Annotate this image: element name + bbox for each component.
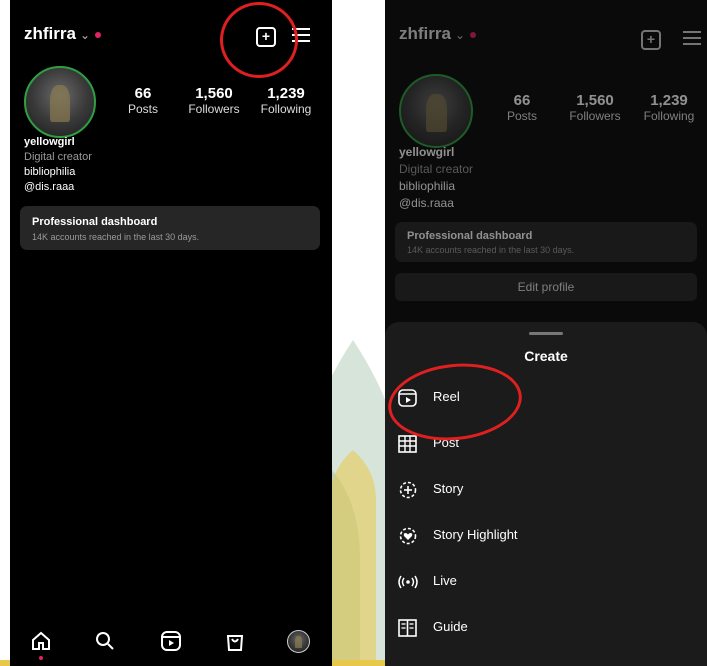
stat-followers[interactable]: 1,560 Followers [565, 92, 625, 123]
activity-dot [39, 656, 43, 660]
bio-name: yellowgirl [399, 145, 455, 159]
item-label: Guide [433, 619, 468, 634]
chevron-down-icon[interactable]: ⌄ [455, 28, 465, 42]
create-plus-icon[interactable]: + [641, 30, 661, 50]
bio-name: yellowgirl [24, 136, 75, 148]
item-label: Story Highlight [433, 527, 518, 542]
stat-followers[interactable]: 1,560 Followers [184, 85, 244, 116]
bio-line: bibliophilia [24, 166, 76, 178]
shop-icon[interactable] [224, 630, 246, 652]
stat-following[interactable]: 1,239 Following [256, 85, 316, 116]
sheet-title: Create [524, 348, 568, 364]
edit-profile-button[interactable]: Edit profile [395, 273, 697, 301]
right-phone-screen: zhfirra ⌄ + 66 Posts 1,560 Followers 1,23… [385, 0, 707, 666]
item-label: Story [433, 481, 464, 496]
dashboard-subtitle: 14K accounts reached in the last 30 days… [32, 232, 200, 242]
bio-handle-link[interactable]: @dis.raaa [399, 195, 473, 212]
stat-label: Followers [188, 102, 240, 116]
annotation-circle-plus [220, 2, 298, 78]
stat-value: 1,560 [195, 85, 233, 102]
create-item-live[interactable]: Live [397, 570, 457, 592]
avatar[interactable] [399, 74, 473, 148]
left-phone-screen: zhfirra ⌄ + 66 Posts 1,560 Followers 1,23… [10, 0, 332, 666]
stat-posts[interactable]: 66 Posts [122, 85, 164, 116]
story-plus-icon [399, 481, 417, 498]
search-icon[interactable] [94, 630, 116, 652]
stat-following[interactable]: 1,239 Following [639, 92, 699, 123]
grid-icon [398, 434, 417, 453]
profile-username[interactable]: zhfirra ⌄ [399, 24, 477, 44]
bio-category: Digital creator [24, 151, 92, 163]
create-item-story[interactable]: Story [397, 478, 463, 500]
menu-icon[interactable] [683, 31, 701, 45]
professional-dashboard[interactable]: Professional dashboard 14K accounts reac… [20, 206, 320, 250]
stat-label: Posts [127, 102, 158, 116]
bottom-navigation [10, 620, 332, 666]
sheet-drag-handle[interactable] [529, 332, 563, 335]
avatar[interactable] [24, 66, 96, 138]
item-label: Live [433, 573, 457, 588]
create-item-guide[interactable]: Guide [397, 616, 468, 638]
profile-bio: yellowgirl Digital creator bibliophilia … [399, 144, 473, 212]
notification-dot [95, 31, 102, 38]
home-icon[interactable] [30, 630, 52, 652]
redacted-content [10, 258, 332, 620]
profile-tab-avatar[interactable] [287, 630, 310, 653]
reels-icon[interactable] [160, 630, 182, 652]
bio-category: Digital creator [399, 162, 474, 176]
stat-label: Followers [569, 109, 621, 123]
stat-label: Posts [506, 109, 537, 123]
dashboard-subtitle: 14K accounts reached in the last 30 days… [407, 245, 575, 255]
profile-bio: yellowgirl Digital creator bibliophilia … [24, 135, 92, 195]
profile-username[interactable]: zhfirra ⌄ [24, 24, 102, 44]
stat-label: Following [260, 102, 312, 116]
stat-value: 66 [134, 85, 152, 102]
professional-dashboard[interactable]: Professional dashboard 14K accounts reac… [395, 222, 697, 262]
dashboard-title: Professional dashboard [32, 216, 158, 228]
notification-dot [470, 31, 477, 38]
bio-line: bibliophilia [399, 179, 456, 193]
dashboard-title: Professional dashboard [407, 230, 533, 242]
stat-posts[interactable]: 66 Posts [501, 92, 543, 123]
create-item-story-highlight[interactable]: Story Highlight [397, 524, 518, 546]
stat-value: 1,239 [650, 92, 688, 109]
stat-label: Following [643, 109, 695, 123]
heart-circle-icon [399, 527, 417, 544]
stat-value: 66 [513, 92, 531, 109]
stat-value: 1,560 [576, 92, 614, 109]
bio-handle-link[interactable]: @dis.raaa [24, 180, 92, 195]
live-icon [398, 575, 418, 588]
stat-value: 1,239 [267, 85, 305, 102]
guide-icon [398, 618, 417, 637]
chevron-down-icon[interactable]: ⌄ [80, 28, 90, 42]
